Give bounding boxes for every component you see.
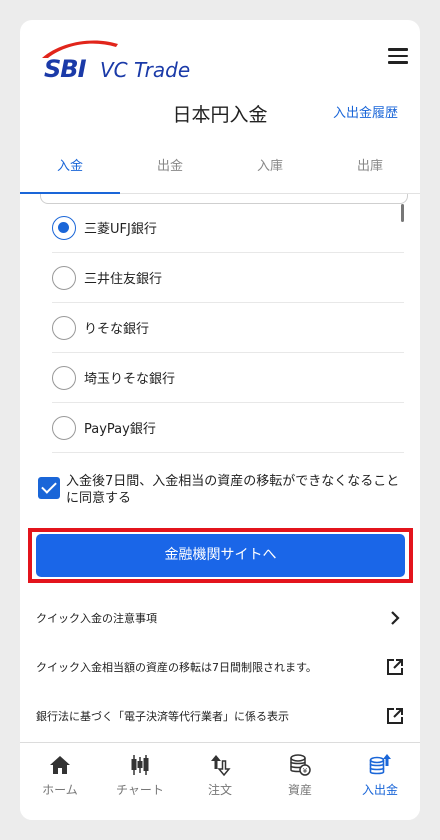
nav-label: チャート [116,783,164,797]
nav-label: 資産 [287,783,312,797]
bank-option-mufg[interactable]: 三菱UFJ銀行 [52,203,404,253]
radio-selected-icon[interactable] [52,215,76,240]
bank-label: りそな銀行 [84,322,150,337]
banking-act-disclosure-link[interactable]: 銀行法に基づく「電子決済等代行業者」に係る表示 [36,696,404,736]
nav-label: 注文 [207,783,232,797]
radio-unselected-icon[interactable] [52,415,76,440]
bank-option-resona[interactable]: りそな銀行 [52,303,404,353]
logo-vc-trade-text: VC Trade [100,58,191,82]
sbi-vc-trade-logo: SBI VC Trade [38,38,218,84]
bank-label: 三井住友銀行 [84,272,163,287]
deposit-history-link[interactable]: 入出金履歴 [333,102,398,121]
transfer-restriction-link[interactable]: クイック入金相当額の資産の移転は7日間制限されます。 [36,647,404,687]
external-link-icon [387,659,403,675]
nav-assets[interactable]: ¥ 資産 [260,743,340,820]
nav-chart[interactable]: チャート [100,743,180,820]
order-icon [211,755,231,777]
radio-unselected-icon[interactable] [52,365,76,390]
assets-icon: ¥ [290,754,311,776]
agreement-checkbox[interactable] [38,477,60,499]
agreement-text: 入金後7日間、入金相当の資産の移転ができなくなることに同意する [66,474,400,506]
app-screen: SBI VC Trade 日本円入金 入出金履歴 入金 出金 入庫 出庫 三菱U… [20,20,420,820]
deposit-icon [369,754,391,775]
tab-bar: 入金 出金 入庫 出庫 [20,148,420,194]
tab-receive[interactable]: 入庫 [220,148,320,193]
external-link-icon [387,708,403,724]
radio-unselected-icon[interactable] [52,265,76,290]
bank-list: 三菱UFJ銀行 三井住友銀行 りそな銀行 埼玉りそな銀行 PayPay銀行 [52,203,404,453]
bottom-navigation: ホーム チャート 注文 ¥ 資産 入出金 [20,742,420,820]
link-label: クイック入金の注意事項 [36,612,157,625]
quick-deposit-notes-link[interactable]: クイック入金の注意事項 [36,598,404,638]
bank-label: PayPay銀行 [84,422,156,437]
agreement-row: 入金後7日間、入金相当の資産の移転ができなくなることに同意する [38,473,400,507]
tab-deposit[interactable]: 入金 [20,148,120,194]
bank-option-smbc[interactable]: 三井住友銀行 [52,253,404,303]
nav-label: ホーム [42,783,78,797]
bank-label: 埼玉りそな銀行 [84,372,176,387]
home-icon [50,756,70,774]
link-label: 銀行法に基づく「電子決済等代行業者」に係る表示 [36,710,289,723]
nav-label: 入出金 [361,783,398,797]
tab-send[interactable]: 出庫 [320,148,420,193]
go-to-bank-site-button[interactable]: 金融機関サイトへ [36,534,405,577]
hamburger-menu-icon[interactable] [388,48,408,64]
nav-order[interactable]: 注文 [180,743,260,820]
logo-sbi-text: SBI [44,55,87,83]
bank-label: 三菱UFJ銀行 [84,222,157,237]
nav-home[interactable]: ホーム [20,743,100,820]
tab-withdraw[interactable]: 出金 [120,148,220,193]
chevron-right-icon [391,611,400,625]
bank-option-paypay[interactable]: PayPay銀行 [52,403,404,453]
link-label: クイック入金相当額の資産の移転は7日間制限されます。 [36,661,317,674]
chart-icon [131,755,149,775]
nav-deposit-withdraw[interactable]: 入出金 [340,743,420,820]
radio-unselected-icon[interactable] [52,315,76,340]
svg-text:¥: ¥ [303,767,308,775]
bank-option-saitama-resona[interactable]: 埼玉りそな銀行 [52,353,404,403]
